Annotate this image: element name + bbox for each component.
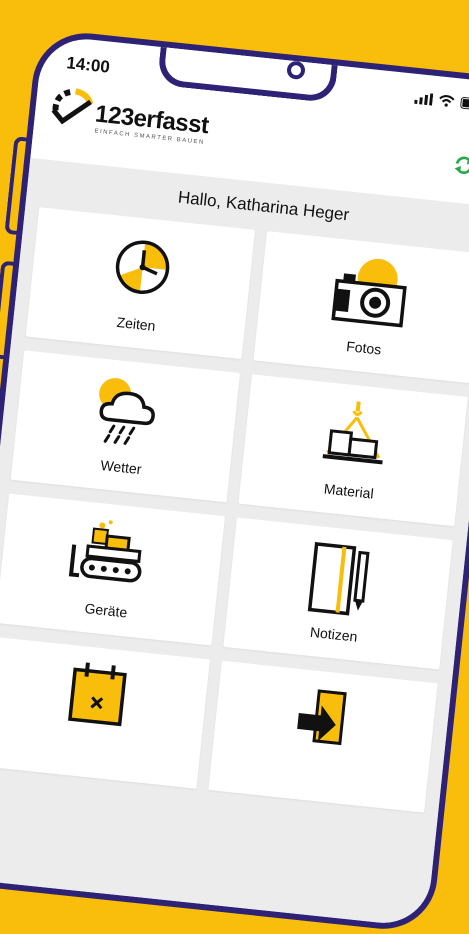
calendar-icon [67,662,127,727]
clock-icon [115,240,169,294]
tile-label: Fotos [345,338,383,358]
screen: 14:00 123erfasst EINFACH SMARTER BAUEN H… [0,28,469,934]
camera-icon-notch [286,60,306,81]
tile-grid: Zeiten Fotos Wetter Material Geräte Noti… [0,196,469,824]
tile-label [210,774,426,797]
tile-calendar[interactable] [0,636,210,789]
tile-geraete[interactable]: Geräte [0,493,225,646]
logo-check-icon [51,88,94,125]
status-icons [414,92,469,111]
export-icon [296,689,347,746]
tile-label: Material [323,480,375,502]
tile-material[interactable]: Material [238,374,468,527]
tile-fotos[interactable]: Fotos [253,231,469,384]
phone-frame: 14:00 123erfasst EINFACH SMARTER BAUEN H… [0,28,469,934]
bulldozer-icon [68,520,141,583]
tile-label: Zeiten [115,313,157,334]
tile-zeiten[interactable]: Zeiten [25,207,256,360]
tile-label: Wetter [99,456,143,478]
tile-label: Notizen [309,623,359,645]
tile-label: Geräte [83,600,129,621]
battery-icon [460,96,469,111]
tile-notizen[interactable]: Notizen [223,517,453,670]
logo: 123erfasst EINFACH SMARTER BAUEN [46,84,271,167]
status-time: 14:00 [65,53,111,77]
signal-icon [414,93,434,106]
wifi-icon [439,95,455,107]
sync-icon[interactable] [451,152,469,178]
notebook-icon [307,541,370,616]
material-icon [322,401,383,465]
camera-icon [330,258,407,328]
tile-export[interactable] [208,660,438,813]
weather-icon [98,378,155,445]
dashboard: Hallo, Katharina Heger Zeiten Fotos Wett… [0,157,469,928]
tile-wetter[interactable]: Wetter [10,350,241,503]
tile-label [0,750,198,773]
